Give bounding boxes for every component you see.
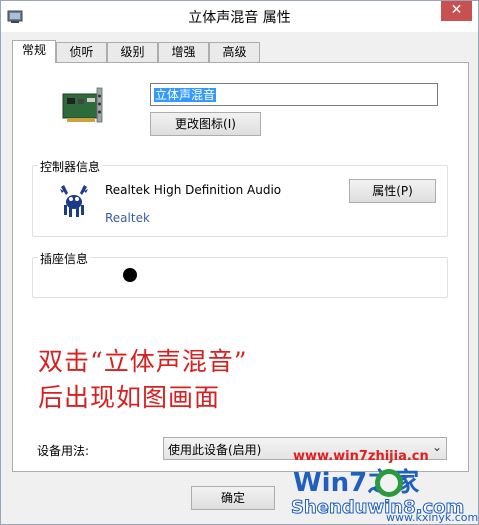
controller-name: Realtek High Definition Audio [105,183,282,197]
tab-enhancements-label: 增强 [171,45,196,59]
device-usage-value: 使用此设备(启用) [168,443,262,457]
realtek-crab-icon [60,185,88,217]
tab-enhancements[interactable]: 增强 [158,42,209,62]
controller-properties-label: 属性(P) [372,184,413,198]
controller-info-label: 控制器信息 [38,158,103,175]
tab-levels-label: 级别 [120,45,145,59]
ok-button[interactable]: 确定 [191,486,275,510]
watermark-site: www.kxinyk.com [386,511,479,524]
jack-info-group [32,257,448,298]
annotation-line-1: 双击“立体声混音” [38,347,248,376]
jack-info-label: 插座信息 [38,250,91,267]
sound-card-icon [62,87,103,123]
change-icon-label: 更改图标(I) [175,117,236,131]
controller-properties-button[interactable]: 属性(P) [349,179,436,203]
tab-listen[interactable]: 侦听 [56,42,107,62]
ok-label: 确定 [220,491,245,505]
tab-listen-label: 侦听 [69,45,94,59]
close-button[interactable]: ✕ [441,1,472,21]
device-name-input[interactable]: 立体声混音 [150,83,438,106]
properties-dialog: 立体声混音 属性 ✕ 常规 侦听 级别 增强 高级 立体声混音 更改图标(I) … [0,0,479,525]
cursor-dot [123,268,137,282]
device-usage-label: 设备用法: [37,444,90,458]
change-icon-button[interactable]: 更改图标(I) [150,112,261,136]
window-title: 立体声混音 属性 [188,10,291,26]
tab-levels[interactable]: 级别 [107,42,158,62]
title-bar[interactable]: 立体声混音 属性 ✕ [1,1,478,32]
controller-vendor: Realtek [105,211,150,225]
device-name-value: 立体声混音 [154,88,217,102]
tab-advanced-label: 高级 [222,45,247,59]
dropdown-arrow-icon: ⌄ [431,440,442,454]
tab-advanced[interactable]: 高级 [209,42,260,62]
tab-general[interactable]: 常规 [12,40,56,63]
annotation-line-2: 后出现如图画面 [38,383,221,412]
tab-general-label: 常规 [21,43,46,57]
close-icon: ✕ [450,2,463,18]
